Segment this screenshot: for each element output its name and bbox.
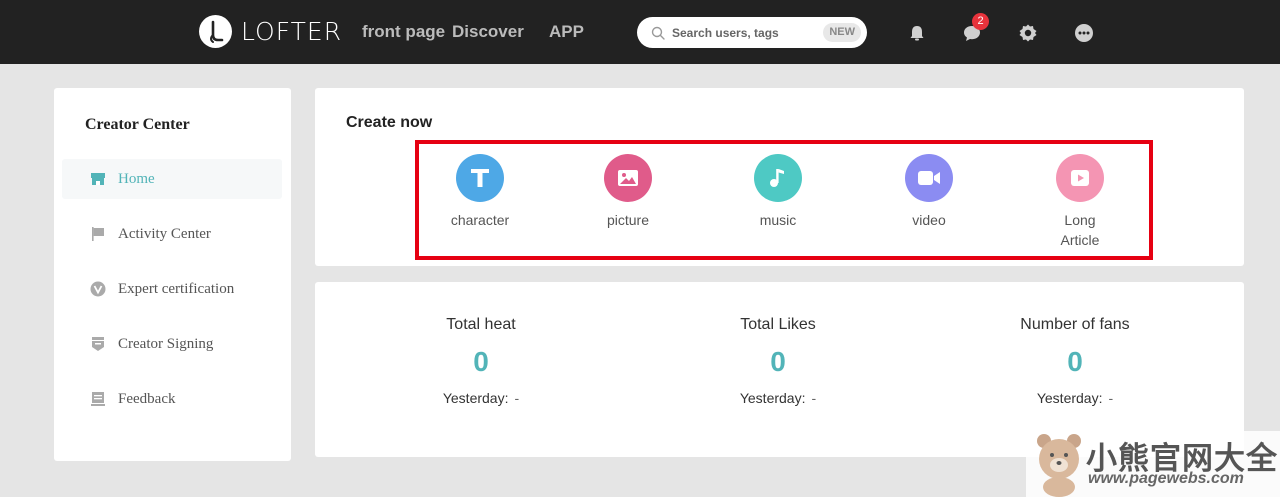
create-label: music	[759, 212, 797, 228]
create-label-line2: Article	[1060, 232, 1100, 248]
create-long-article-button[interactable]: Long Article	[1035, 154, 1125, 250]
sidebar-item-label: Creator Signing	[118, 335, 214, 352]
sidebar-item-label: Feedback	[118, 390, 176, 407]
stat-value: 0	[770, 346, 786, 377]
stat-yesterday-label: Yesterday:	[739, 390, 806, 406]
search-icon	[651, 26, 665, 40]
create-panel: Create now character picture music video…	[315, 88, 1244, 266]
sidebar: Creator Center Home Activity Center Expe…	[54, 88, 291, 461]
message-count-badge: 2	[972, 13, 989, 30]
nav-app[interactable]: APP	[549, 22, 584, 42]
create-music-button[interactable]: music	[733, 154, 823, 230]
stat-yesterday: Yesterday: -	[678, 390, 878, 406]
create-label: picture	[606, 212, 650, 228]
stat-yesterday-value: -	[811, 390, 817, 406]
create-title: Create now	[346, 114, 433, 131]
create-label: Long Article	[1035, 210, 1125, 250]
stat-label: Total heat	[446, 316, 516, 333]
stat-label: Total Likes	[740, 316, 816, 333]
create-video-button[interactable]: video	[884, 154, 974, 230]
sidebar-item-label: Home	[118, 170, 155, 187]
create-picture-button[interactable]: picture	[583, 154, 673, 230]
watermark: 小熊官网大全 www.pagewebs.com	[1026, 431, 1280, 497]
stat-label: Number of fans	[1020, 316, 1130, 333]
verified-icon	[90, 281, 106, 297]
logo-text: LOFTER	[241, 17, 343, 46]
stat-yesterday: Yesterday: -	[381, 390, 581, 406]
video-icon	[905, 154, 953, 202]
flag-icon	[90, 226, 106, 242]
create-label: video	[912, 212, 946, 228]
picture-icon	[604, 154, 652, 202]
stat-value: 0	[473, 346, 489, 377]
sidebar-item-label: Activity Center	[118, 225, 211, 242]
stat-number-of-fans: Number of fans 0 Yesterday: -	[975, 316, 1175, 406]
sidebar-item-expert-certification[interactable]: Expert certification	[62, 269, 282, 309]
create-character-button[interactable]: character	[435, 154, 525, 230]
sidebar-item-home[interactable]: Home	[62, 159, 282, 199]
sidebar-title: Creator Center	[85, 116, 190, 133]
sidebar-item-activity-center[interactable]: Activity Center	[62, 214, 282, 254]
stat-value: 0	[1067, 346, 1083, 377]
stat-yesterday-value: -	[514, 390, 520, 406]
store-icon	[90, 171, 106, 187]
stat-yesterday-label: Yesterday:	[1036, 390, 1103, 406]
stat-yesterday-label: Yesterday:	[442, 390, 509, 406]
gear-icon[interactable]	[1018, 23, 1038, 43]
logo-icon	[199, 15, 232, 48]
logo[interactable]: LOFTER	[199, 15, 342, 48]
stat-total-heat: Total heat 0 Yesterday: -	[381, 316, 581, 406]
stat-yesterday: Yesterday: -	[975, 390, 1175, 406]
stat-yesterday-value: -	[1108, 390, 1114, 406]
nav-discover[interactable]: Discover	[452, 22, 524, 42]
stat-total-likes: Total Likes 0 Yesterday: -	[678, 316, 878, 406]
create-label-line1: Long	[1064, 212, 1096, 228]
music-icon	[754, 154, 802, 202]
sidebar-item-creator-signing[interactable]: Creator Signing	[62, 324, 282, 364]
text-icon	[456, 154, 504, 202]
bear-logo-icon	[1037, 434, 1081, 497]
badge-icon	[90, 336, 106, 352]
bell-icon[interactable]	[907, 23, 927, 43]
watermark-url: www.pagewebs.com	[1088, 470, 1244, 487]
sidebar-item-feedback[interactable]: Feedback	[62, 379, 282, 419]
new-badge: NEW	[823, 23, 861, 42]
create-label: character	[450, 212, 510, 228]
more-icon[interactable]	[1074, 23, 1094, 43]
top-bar: LOFTER front page Discover APP NEW 2	[0, 0, 1280, 64]
search-box[interactable]: NEW	[637, 17, 867, 48]
search-input[interactable]	[672, 25, 812, 40]
play-icon	[1056, 154, 1104, 202]
feedback-icon	[90, 391, 106, 407]
nav-front-page[interactable]: front page	[362, 22, 445, 42]
sidebar-item-label: Expert certification	[118, 280, 235, 297]
